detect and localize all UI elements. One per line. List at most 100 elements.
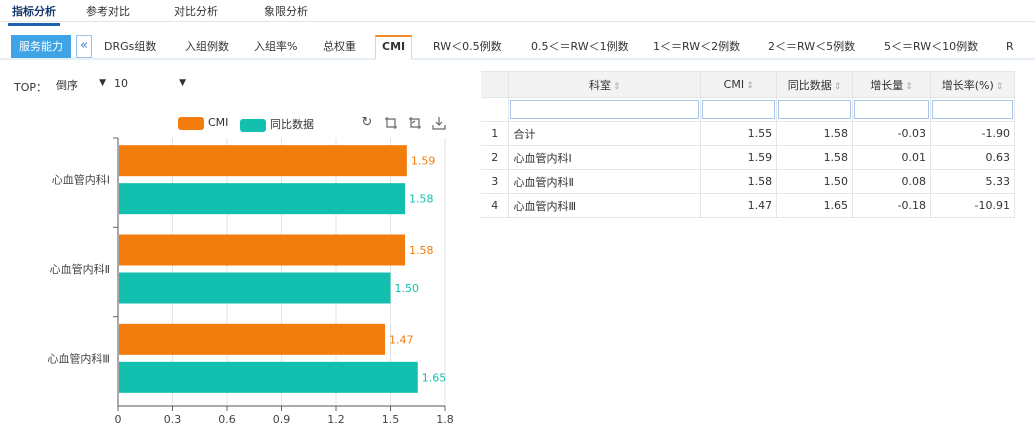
tab-reference-compare[interactable]: 参考对比 [86,3,130,19]
filter-input-growth[interactable] [854,100,929,119]
filter-row-number-cell [481,97,510,122]
collapse-icon[interactable]: « [76,35,92,58]
table-header-row: 科室 ⇕ CMI ⇕ 同比数据 ⇕ 增长量 ⇕ 增长率(%) ⇕ [481,71,1015,98]
group-badge-service[interactable]: 服务能力 [11,35,71,58]
download-icon[interactable] [432,116,446,130]
column-header-yoy[interactable]: 同比数据 ⇕ [776,71,854,98]
data-label: 1.58 [409,244,434,257]
cmi-bar-chart: 0 0.3 0.6 0.9 1.2 1.5 1.8 心血管内科Ⅰ 1.59 1.58 心血管内科Ⅱ 1… [47,137,454,426]
tab-compare-analysis[interactable]: 对比分析 [174,3,218,19]
order-select-value: 倒序 [56,79,78,92]
cell-rate: 5.33 [930,169,1015,194]
refresh-icon[interactable]: ↻ [360,116,374,130]
filter-cell-growth [852,97,931,122]
legend-label-cmi: CMI [208,116,229,129]
order-select[interactable]: 倒序 ▼ [56,77,106,93]
cell-dept: 合计 [508,121,702,146]
column-header-cmi[interactable]: CMI ⇕ [700,71,778,98]
filter-input-rate[interactable] [932,100,1013,119]
bar [119,234,406,266]
cmi-table: 科室 ⇕ CMI ⇕ 同比数据 ⇕ 增长量 ⇕ 增长率(%) ⇕ 1 合计 1.55 1.… [481,71,1015,218]
sort-icon: ⇕ [833,81,842,92]
cell-dept: 心血管内科Ⅱ [508,169,702,194]
cell-dept: 心血管内科Ⅲ [508,193,702,218]
cell-cmi: 1.58 [700,169,778,194]
tab-total-weight[interactable]: 总权重 [317,35,362,58]
x-tick-label: 0.6 [218,413,236,426]
sort-icon: ⇕ [905,81,913,92]
top-filter-label: TOP： [14,81,48,94]
filter-row [481,97,1015,122]
x-tick-label: 1.8 [436,413,454,426]
cell-cmi: 1.59 [700,145,778,170]
tab-group-rate[interactable]: 入组率% [248,35,303,58]
table-row[interactable]: 4 心血管内科Ⅲ 1.47 1.65 -0.18 -10.91 [481,193,1015,218]
x-tick-label: 0.3 [164,413,182,426]
row-number-header [481,71,510,98]
row-number: 4 [481,193,510,218]
data-label: 1.65 [422,371,447,384]
tab-indicator-analysis[interactable]: 指标分析 [8,3,60,26]
sort-icon: ⇕ [746,81,754,91]
filter-cell-rate [930,97,1015,122]
cell-rate: -10.91 [930,193,1015,218]
tab-rw-5-10[interactable]: 5＜＝RW＜10例数 [878,35,984,58]
data-label: 1.59 [411,155,436,168]
bar [119,145,407,177]
tab-rw-more[interactable]: R [1000,35,1020,58]
metric-tab-bar: 服务能力 « DRGs组数 入组例数 入组率% 总权重 CMI RW＜0.5例数… [0,35,1035,60]
tab-rw-05-1[interactable]: 0.5＜＝RW＜1例数 [525,35,635,58]
data-label: 1.47 [389,333,414,346]
tab-rw-lt-05[interactable]: RW＜0.5例数 [427,35,508,58]
filter-input-cmi[interactable] [702,100,776,119]
column-header-yoy-label: 同比数据 [787,78,832,92]
column-header-dept[interactable]: 科室 ⇕ [508,71,702,98]
y-category-label: 心血管内科Ⅰ [52,173,110,187]
legend-item-cmi[interactable]: CMI [178,116,228,130]
tab-rw-1-2[interactable]: 1＜＝RW＜2例数 [647,35,746,58]
tab-drg-groups[interactable]: DRGs组数 [98,35,162,58]
column-header-cmi-label: CMI [723,78,745,91]
cell-cmi: 1.55 [700,121,778,146]
tab-grouped-cases[interactable]: 入组例数 [179,35,235,58]
filter-cell-dept [508,97,702,122]
x-tick-label: 1.5 [382,413,400,426]
zoom-reset-icon[interactable] [408,116,422,130]
chevron-down-icon: ▼ [99,78,106,88]
row-number: 1 [481,121,510,146]
x-tick-label: 0 [115,413,122,426]
cell-yoy: 1.65 [776,193,854,218]
tab-cmi[interactable]: CMI [375,35,413,60]
cell-rate: 0.63 [930,145,1015,170]
cell-growth: 0.08 [852,169,931,194]
top-tab-bar: 指标分析 参考对比 对比分析 象限分析 [0,0,1035,26]
table-row[interactable]: 1 合计 1.55 1.58 -0.03 -1.90 [481,121,1015,146]
y-category-label: 心血管内科Ⅲ [47,351,110,365]
cell-yoy: 1.50 [776,169,854,194]
column-header-growth[interactable]: 增长量 ⇕ [852,71,931,98]
cell-rate: -1.90 [930,121,1015,146]
bar [119,323,386,355]
column-header-growth-label: 增长量 [870,78,904,92]
row-number: 3 [481,169,510,194]
cell-growth: -0.18 [852,193,931,218]
tab-rw-2-5[interactable]: 2＜＝RW＜5例数 [762,35,861,58]
count-select[interactable]: 10 ▼ [114,77,186,93]
x-tick-label: 1.2 [327,413,345,426]
column-header-rate[interactable]: 增长率(%) ⇕ [930,71,1015,98]
cell-cmi: 1.47 [700,193,778,218]
data-label: 1.58 [409,193,434,206]
table-row[interactable]: 3 心血管内科Ⅱ 1.58 1.50 0.08 5.33 [481,169,1015,194]
data-label: 1.50 [395,282,420,295]
tab-quadrant-analysis[interactable]: 象限分析 [264,3,308,19]
sort-icon: ⇕ [613,81,621,92]
filter-input-dept[interactable] [510,100,700,119]
filter-input-yoy[interactable] [778,100,852,119]
table-row[interactable]: 2 心血管内科Ⅰ 1.59 1.58 0.01 0.63 [481,145,1015,170]
bar [119,361,418,393]
filter-cell-cmi [700,97,778,122]
bar [119,183,406,215]
zoom-icon[interactable] [384,116,398,130]
column-header-dept-label: 科室 [589,78,612,92]
cell-growth: -0.03 [852,121,931,146]
